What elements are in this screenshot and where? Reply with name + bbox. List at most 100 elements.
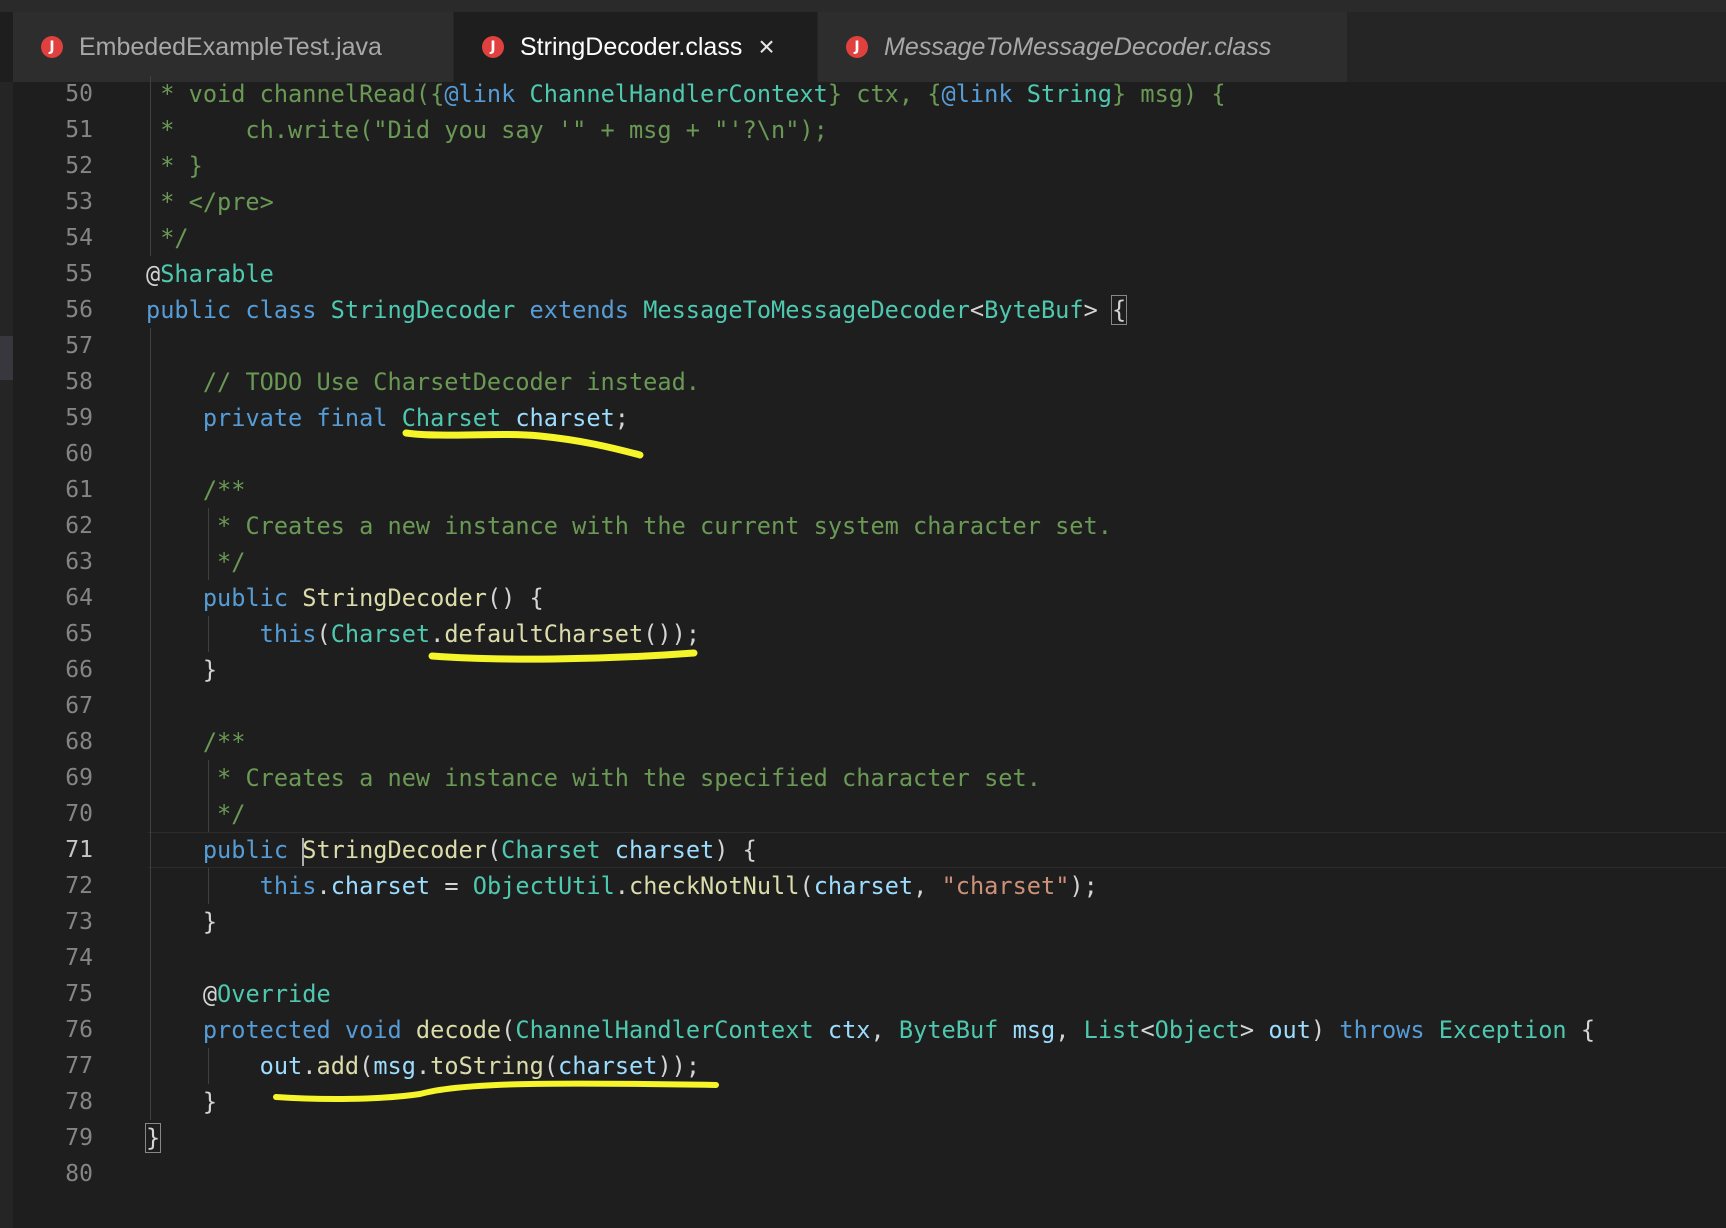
line-number: 79	[65, 1125, 93, 1151]
line-number: 62	[65, 513, 93, 539]
tab-message-to-message-decoder[interactable]: J MessageToMessageDecoder.class	[818, 12, 1348, 82]
code-line[interactable]: 59 private final Charset charset;	[13, 400, 1726, 436]
code-line[interactable]: 72 this.charset = ObjectUtil.checkNotNul…	[13, 868, 1726, 904]
code-line[interactable]: 74	[13, 940, 1726, 976]
code-token: {	[1566, 1016, 1596, 1044]
code-token: out	[1268, 1016, 1311, 1044]
code-token: .	[316, 872, 331, 900]
code-token: @link	[941, 80, 1013, 108]
close-icon[interactable]: ×	[758, 33, 774, 61]
code-line[interactable]: 80	[13, 1156, 1726, 1192]
line-number: 58	[65, 369, 93, 395]
tab-label: EmbededExampleTest.java	[79, 32, 382, 61]
code-line[interactable]: 54 */	[13, 220, 1726, 256]
code-text: this.charset = ObjectUtil.checkNotNull(c…	[146, 868, 1098, 904]
tab-string-decoder[interactable]: J StringDecoder.class ×	[454, 12, 818, 82]
code-token: (	[316, 620, 331, 648]
code-token: * ch.write("Did you say '" + msg + "'?\n…	[146, 116, 828, 144]
code-line[interactable]: 53 * </pre>	[13, 184, 1726, 220]
code-token: ctx	[827, 1016, 871, 1044]
code-text: * ch.write("Did you say '" + msg + "'?\n…	[146, 112, 828, 148]
code-line[interactable]: 68 /**	[13, 724, 1726, 760]
code-line[interactable]: 63 */	[13, 544, 1726, 580]
code-token: ChannelHandlerContext	[515, 80, 828, 108]
code-token: charset	[515, 404, 615, 432]
code-token: StringDecoder	[330, 296, 530, 324]
code-text: /**	[146, 724, 246, 760]
code-token: .	[302, 1052, 317, 1080]
code-line[interactable]: 66 }	[13, 652, 1726, 688]
code-line[interactable]: 50 * void channelRead({@link ChannelHand…	[13, 76, 1726, 112]
code-line[interactable]: 64 public StringDecoder() {	[13, 580, 1726, 616]
code-token: public class	[146, 296, 331, 324]
code-text: }	[146, 652, 217, 688]
code-line[interactable]: 79}	[13, 1120, 1726, 1156]
code-token: StringDecoder	[302, 584, 487, 612]
code-line[interactable]: 73 }	[13, 904, 1726, 940]
code-line[interactable]: 57	[13, 328, 1726, 364]
indent-guide	[150, 328, 151, 364]
code-line[interactable]: 62 * Creates a new instance with the cur…	[13, 508, 1726, 544]
line-number: 70	[65, 801, 93, 827]
code-line[interactable]: 75 @Override	[13, 976, 1726, 1012]
code-line[interactable]: 52 * }	[13, 148, 1726, 184]
code-token: throws	[1339, 1016, 1439, 1044]
code-token: charset	[330, 872, 431, 900]
code-token: checkNotNull	[629, 872, 800, 900]
line-number: 71	[65, 837, 93, 863]
code-editor[interactable]: 50 * void channelRead({@link ChannelHand…	[13, 76, 1726, 1228]
code-token: public	[202, 584, 303, 612]
code-text: * Creates a new instance with the specif…	[146, 760, 1041, 796]
code-line[interactable]: 56 public class StringDecoder extends Mes…	[13, 292, 1726, 328]
line-number: 57	[65, 333, 93, 359]
code-token: );	[1069, 872, 1098, 900]
code-text: @Override	[146, 976, 331, 1012]
code-line[interactable]: 58 // TODO Use CharsetDecoder instead.	[13, 364, 1726, 400]
code-text: private final Charset charset;	[146, 400, 629, 436]
code-token: this	[259, 620, 317, 648]
code-token: /**	[202, 476, 246, 504]
code-line[interactable]: 65 this(Charset.defaultCharset());	[13, 616, 1726, 652]
line-number: 53	[65, 189, 93, 215]
code-token: * Creates a new instance with the curren…	[202, 512, 1112, 540]
line-number: 56	[65, 297, 93, 323]
code-line[interactable]: 67	[13, 688, 1726, 724]
code-line[interactable]: 51 * ch.write("Did you say '" + msg + "'…	[13, 112, 1726, 148]
code-line[interactable]: 55 @Sharable	[13, 256, 1726, 292]
code-token: (	[799, 872, 814, 900]
code-token: * </pre>	[146, 188, 274, 216]
code-text: public class StringDecoder extends Messa…	[146, 292, 1128, 328]
code-token: ;	[614, 404, 629, 432]
code-line[interactable]: 60	[13, 436, 1726, 472]
code-line[interactable]: 70 */	[13, 796, 1726, 832]
code-token: MessageToMessageDecoder	[643, 296, 970, 324]
code-token: charset	[813, 872, 914, 900]
line-number: 60	[65, 441, 93, 467]
code-line[interactable]: 77 out.add(msg.toString(charset));	[13, 1048, 1726, 1084]
code-text: // TODO Use CharsetDecoder instead.	[146, 364, 700, 400]
code-token: ByteBuf	[984, 296, 1084, 324]
code-token: .	[430, 620, 445, 648]
code-token: ) {	[714, 836, 757, 864]
code-token: List	[1083, 1016, 1141, 1044]
code-line[interactable]: 61 /**	[13, 472, 1726, 508]
code-line[interactable]: 78 }	[13, 1084, 1726, 1120]
line-number: 78	[65, 1089, 93, 1115]
code-line[interactable]: 71 public StringDecoder(Charset charset)…	[13, 832, 1726, 868]
code-token: // TODO Use CharsetDecoder instead.	[202, 368, 700, 396]
code-line[interactable]: 69 * Creates a new instance with the spe…	[13, 760, 1726, 796]
line-number: 73	[65, 909, 93, 935]
tab-embeded-example-test[interactable]: J EmbededExampleTest.java	[13, 12, 454, 82]
java-file-icon: J	[41, 36, 63, 58]
code-token: }	[146, 656, 218, 684]
code-token: ByteBuf	[898, 1016, 1013, 1044]
code-token: }	[146, 908, 218, 936]
code-line[interactable]: 76 protected void decode(ChannelHandlerC…	[13, 1012, 1726, 1048]
line-number: 61	[65, 477, 93, 503]
